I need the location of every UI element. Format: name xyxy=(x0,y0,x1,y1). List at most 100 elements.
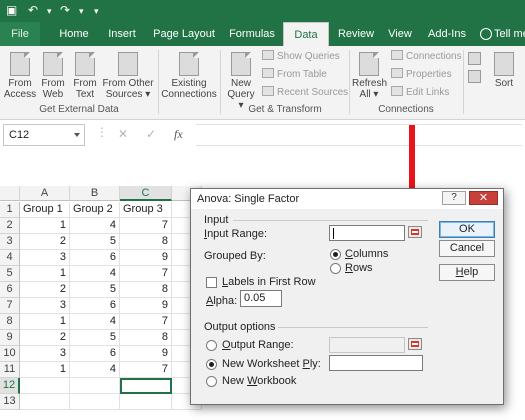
output-range-field[interactable] xyxy=(329,337,405,353)
table-cell[interactable]: Group 3 xyxy=(120,202,172,218)
connections-button[interactable]: Connections xyxy=(391,50,462,63)
table-cell[interactable]: 7 xyxy=(120,266,172,282)
table-cell[interactable]: 1 xyxy=(20,362,70,378)
column-header-a[interactable]: A xyxy=(20,186,70,201)
table-cell[interactable] xyxy=(70,394,120,410)
show-queries-button[interactable]: Show Queries xyxy=(262,50,340,63)
sort-za-button[interactable] xyxy=(466,70,482,85)
ok-button[interactable]: OK xyxy=(439,221,495,238)
redo-dropdown-icon[interactable]: ▾ xyxy=(79,6,84,17)
table-cell[interactable]: Group 1 xyxy=(20,202,70,218)
new-workbook-label[interactable]: New Workbook xyxy=(222,375,296,387)
row-header[interactable]: 6 xyxy=(0,282,20,298)
table-cell[interactable]: 8 xyxy=(120,330,172,346)
table-cell[interactable]: 6 xyxy=(70,346,120,362)
row-header[interactable]: 4 xyxy=(0,250,20,266)
range-select-icon[interactable] xyxy=(408,226,422,238)
edit-links-button[interactable]: Edit Links xyxy=(391,86,449,99)
properties-button[interactable]: Properties xyxy=(391,68,452,81)
table-cell[interactable]: 3 xyxy=(20,346,70,362)
help-button[interactable]: Help xyxy=(439,264,495,281)
table-cell[interactable]: 5 xyxy=(70,282,120,298)
table-cell[interactable]: 7 xyxy=(120,362,172,378)
table-cell[interactable]: 2 xyxy=(20,330,70,346)
rows-label[interactable]: Rows xyxy=(345,262,373,274)
new-workbook-radio[interactable] xyxy=(206,376,217,387)
table-cell[interactable]: Group 2 xyxy=(70,202,120,218)
row-header[interactable]: 1 xyxy=(0,202,20,218)
labels-first-row-label[interactable]: Labels in First Row xyxy=(222,276,316,288)
table-cell[interactable] xyxy=(120,394,172,410)
table-cell[interactable]: 2 xyxy=(20,234,70,250)
existing-connections-button[interactable]: Existing Connections xyxy=(160,52,218,100)
table-cell[interactable]: 6 xyxy=(70,250,120,266)
table-cell[interactable]: 5 xyxy=(70,330,120,346)
output-range-label[interactable]: Output Range: xyxy=(222,339,294,351)
new-worksheet-ply-label[interactable]: New Worksheet Ply: xyxy=(222,358,321,370)
row-header[interactable]: 10 xyxy=(0,346,20,362)
chevron-down-icon[interactable] xyxy=(74,133,80,137)
row-header[interactable]: 13 xyxy=(0,394,20,410)
enter-icon[interactable]: ✓ xyxy=(146,127,156,141)
tab-file[interactable]: File xyxy=(0,22,40,46)
undo-icon[interactable]: ↶ xyxy=(28,3,38,17)
tab-home[interactable]: Home xyxy=(54,22,94,46)
row-header[interactable]: 8 xyxy=(0,314,20,330)
tab-formulas[interactable]: Formulas xyxy=(226,22,278,46)
table-cell[interactable]: 1 xyxy=(20,314,70,330)
customize-qat-icon[interactable]: ▾ xyxy=(94,6,99,17)
undo-dropdown-icon[interactable]: ▾ xyxy=(47,6,52,17)
tab-insert[interactable]: Insert xyxy=(102,22,142,46)
table-cell[interactable]: 9 xyxy=(120,346,172,362)
table-cell[interactable] xyxy=(20,378,70,394)
tab-data[interactable]: Data xyxy=(283,22,329,46)
row-header[interactable]: 2 xyxy=(0,218,20,234)
input-range-field[interactable] xyxy=(329,225,405,241)
alpha-field[interactable]: 0.05 xyxy=(240,290,282,307)
table-cell[interactable] xyxy=(20,394,70,410)
rows-radio[interactable] xyxy=(330,263,341,274)
table-cell[interactable]: 2 xyxy=(20,282,70,298)
from-access-button[interactable]: From Access xyxy=(3,52,37,100)
tab-review[interactable]: Review xyxy=(334,22,378,46)
table-cell[interactable] xyxy=(70,378,120,394)
column-header-b[interactable]: B xyxy=(70,186,120,201)
row-header[interactable]: 3 xyxy=(0,234,20,250)
table-cell[interactable]: 9 xyxy=(120,298,172,314)
column-header-c[interactable]: C xyxy=(120,186,172,201)
cancel-button[interactable]: Cancel xyxy=(439,240,495,257)
formula-input[interactable] xyxy=(196,124,522,146)
from-web-button[interactable]: From Web xyxy=(38,52,68,100)
table-cell[interactable]: 1 xyxy=(20,266,70,282)
new-worksheet-ply-radio[interactable] xyxy=(206,359,217,370)
help-icon[interactable]: ? xyxy=(442,191,466,205)
table-cell[interactable]: 4 xyxy=(70,266,120,282)
name-box[interactable]: C12 xyxy=(3,124,85,146)
tell-me-box[interactable]: Tell me xyxy=(494,22,525,46)
select-all-corner[interactable] xyxy=(0,186,20,201)
table-cell[interactable]: 6 xyxy=(70,298,120,314)
from-other-sources-button[interactable]: From Other Sources ▾ xyxy=(101,52,155,100)
refresh-all-button[interactable]: Refresh All ▾ xyxy=(352,52,387,100)
table-cell[interactable]: 9 xyxy=(120,250,172,266)
table-cell[interactable]: 3 xyxy=(20,298,70,314)
row-header[interactable]: 9 xyxy=(0,330,20,346)
recent-sources-button[interactable]: Recent Sources xyxy=(262,86,348,99)
table-cell[interactable]: 3 xyxy=(20,250,70,266)
active-cell[interactable] xyxy=(120,378,172,394)
table-cell[interactable]: 5 xyxy=(70,234,120,250)
tab-add-ins[interactable]: Add-Ins xyxy=(422,22,472,46)
table-cell[interactable]: 4 xyxy=(70,362,120,378)
columns-radio[interactable] xyxy=(330,249,341,260)
table-cell[interactable]: 1 xyxy=(20,218,70,234)
save-icon[interactable]: ▣ xyxy=(6,3,17,17)
close-icon[interactable]: ✕ xyxy=(469,191,498,205)
table-cell[interactable]: 7 xyxy=(120,314,172,330)
row-header[interactable]: 11 xyxy=(0,362,20,378)
columns-label[interactable]: Columns xyxy=(345,248,388,260)
table-cell[interactable]: 7 xyxy=(120,218,172,234)
row-header[interactable]: 12 xyxy=(0,378,20,394)
output-range-select-icon[interactable] xyxy=(408,338,422,350)
table-cell[interactable]: 4 xyxy=(70,314,120,330)
sort-az-button[interactable] xyxy=(466,52,482,67)
